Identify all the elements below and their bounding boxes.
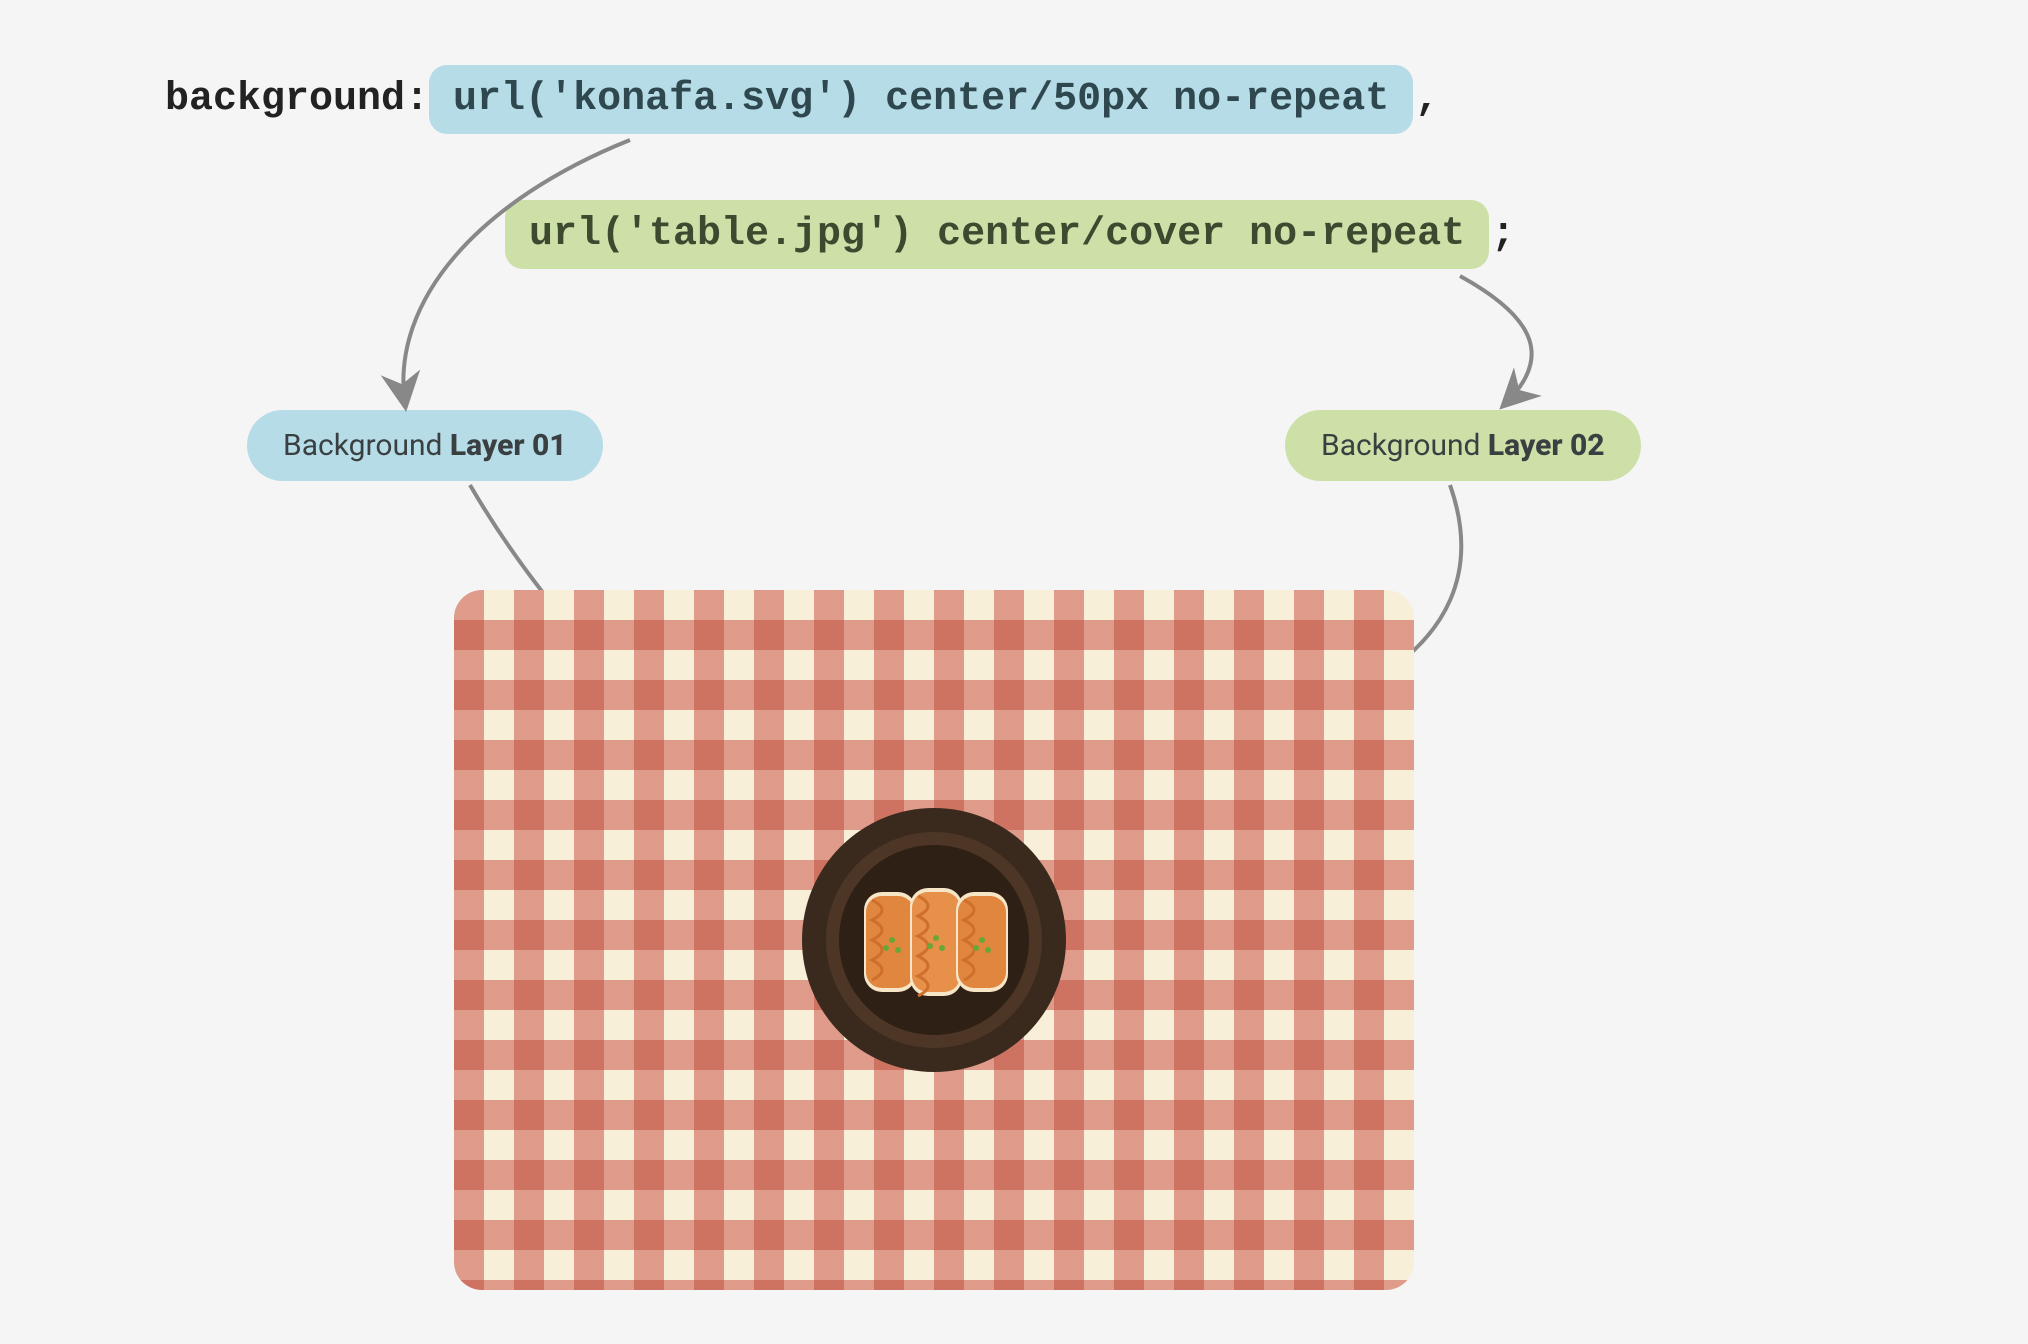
code-line-2: url('table.jpg') center/cover no-repeat … [505,200,1515,269]
code-terminator: ; [1491,212,1515,257]
diagram-canvas: background: url('konafa.svg') center/50p… [0,0,2028,1344]
code-layer-2: url('table.jpg') center/cover no-repeat [505,200,1489,269]
css-property-name: background: [165,77,429,122]
code-line-1: background: url('konafa.svg') center/50p… [165,65,1439,134]
background-preview [454,590,1414,1290]
code-layer-1: url('konafa.svg') center/50px no-repeat [429,65,1413,134]
layer-2-label: Background Layer 02 [1285,410,1641,481]
layer-1-label: Background Layer 01 [247,410,603,481]
code-separator: , [1415,77,1439,122]
konafa-plate-icon [794,800,1074,1080]
